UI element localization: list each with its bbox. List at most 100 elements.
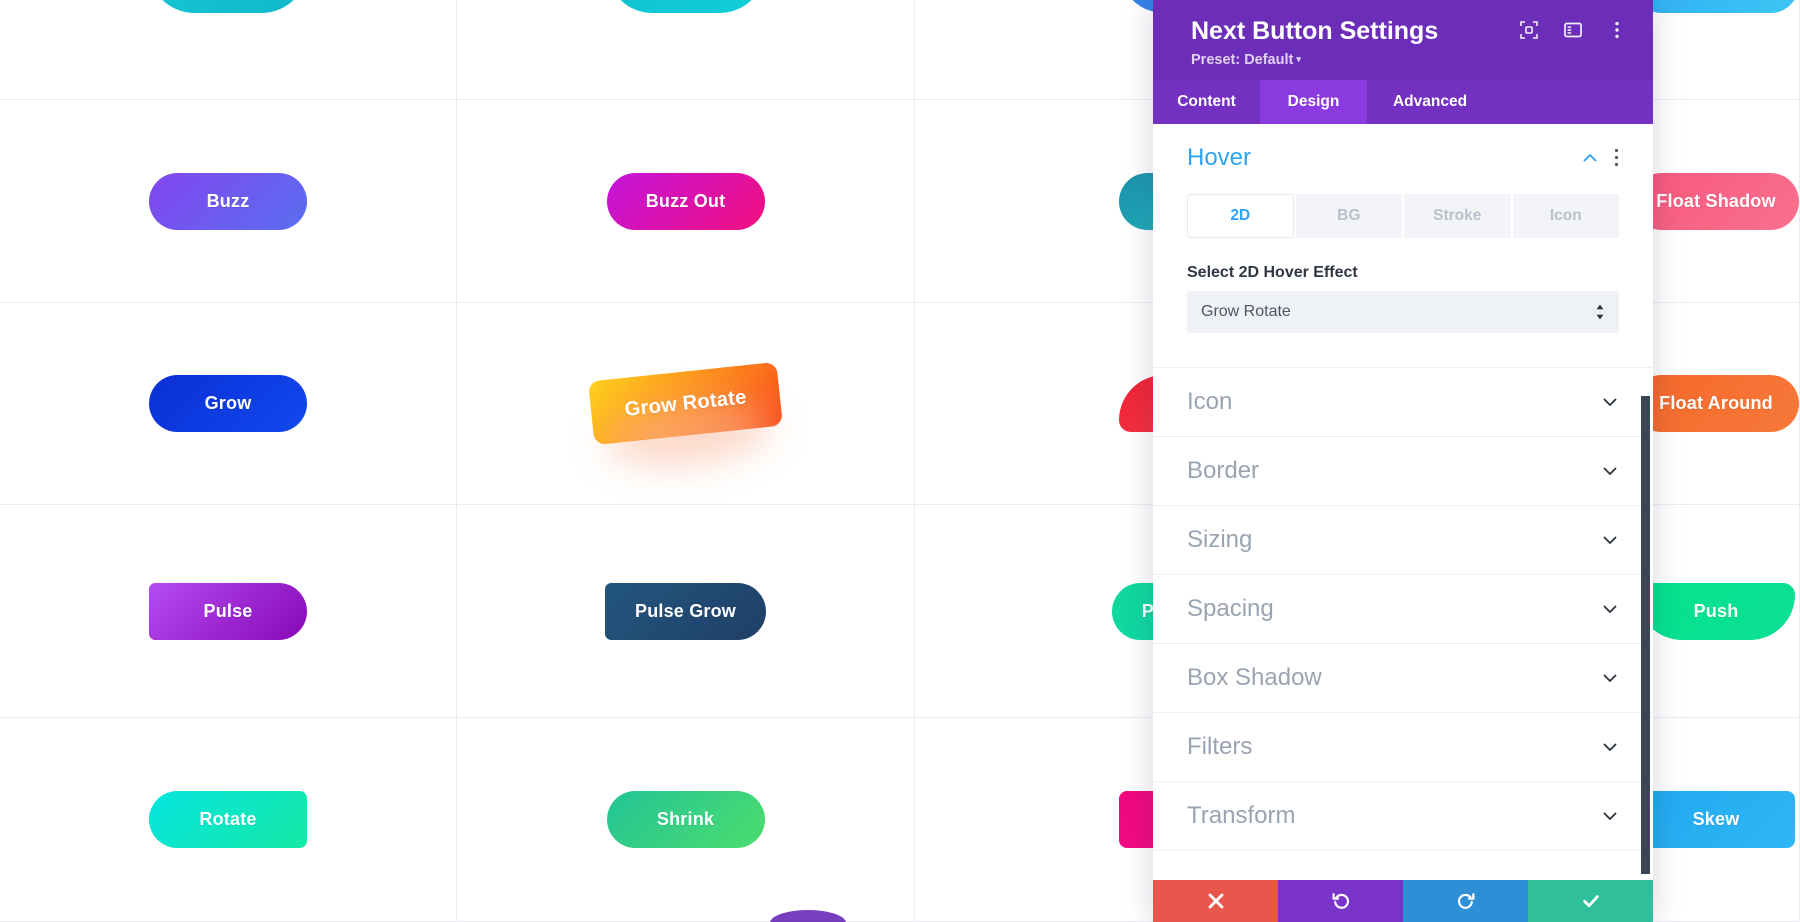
grid-cell: Grow Rotate (457, 303, 915, 505)
redo-button[interactable] (1403, 880, 1528, 922)
save-button[interactable] (1528, 880, 1653, 922)
more-options-icon[interactable] (1607, 20, 1627, 40)
accordion-row-icon[interactable]: Icon (1153, 366, 1653, 436)
accordion-row-sizing[interactable]: Sizing (1153, 504, 1653, 574)
hover-effect-button[interactable]: Buzz Out (606, 172, 765, 256)
hover-effect-label: Select 2D Hover Effect (1187, 263, 1358, 281)
panel-body: Hover 2D BG Stroke Icon Select 2D Hover … (1153, 123, 1653, 881)
hover-effect-select[interactable]: Grow Rotate (1187, 290, 1619, 333)
hover-section: Hover 2D BG Stroke Icon Select 2D Hover … (1153, 124, 1653, 333)
hover-effect-button-label: Buzz (206, 190, 250, 211)
accordion-label: Box Shadow (1187, 663, 1322, 691)
hover-toggle-stroke[interactable]: Stroke (1404, 193, 1513, 238)
grid-cell: Shrink (457, 718, 915, 922)
accordion-row-filters[interactable]: Filters (1153, 711, 1653, 781)
grid-cell: Buzz (0, 100, 457, 303)
panel-scrollbar[interactable] (1641, 395, 1650, 874)
panel-header-actions (1519, 20, 1627, 40)
hover-effect-button[interactable]: Shrink (606, 791, 765, 874)
hover-effect-button[interactable]: Grow (149, 375, 307, 458)
hover-effect-button-label: Push (1693, 600, 1739, 621)
panel-layout-icon[interactable] (1563, 20, 1583, 40)
hover-toggle-bg[interactable]: BG (1295, 193, 1404, 238)
hover-effect-button-label: Float Shadow (1656, 190, 1776, 211)
hover-effect-button-label: Rotate (199, 809, 257, 829)
panel-footer (1153, 880, 1653, 922)
grid-cell: Rotate (0, 718, 457, 922)
hover-toggle-2d[interactable]: 2D (1187, 193, 1296, 238)
grid-cell: Pulse Grow (457, 505, 915, 718)
chevron-down-icon (1603, 398, 1617, 406)
accordion-label: Transform (1187, 801, 1296, 829)
chevron-up-icon[interactable] (1581, 149, 1599, 167)
redo-icon (1457, 893, 1474, 909)
hover-effect-button[interactable]: Bob (606, 0, 765, 39)
hover-effect-button[interactable]: Rotate (149, 791, 307, 874)
hover-type-toggle-group: 2D BG Stroke Icon (1187, 193, 1619, 238)
panel-tabs: Content Design Advanced (1153, 79, 1653, 124)
close-icon (1208, 893, 1223, 909)
hover-effect-button-label: Pulse (203, 600, 253, 621)
hover-effect-button[interactable]: Buzz (149, 172, 307, 256)
grid-cell: Bob (457, 0, 915, 100)
hover-section-header: Hover (1187, 144, 1619, 182)
button-glow (1642, 0, 1790, 39)
hover-effect-button[interactable]: Float Around (1633, 375, 1799, 458)
app-root: BackwardBobBounceBubble FloatBuzzBuzz Ou… (0, 0, 1800, 922)
chevron-down-icon (1603, 467, 1617, 475)
undo-button[interactable] (1278, 880, 1403, 922)
hover-effect-button[interactable]: Float Shadow (1633, 172, 1799, 256)
hover-effect-button[interactable]: Pulse (149, 582, 307, 666)
preset-selector[interactable]: Preset: Default ▾ (1191, 52, 1627, 68)
hover-effect-button-label: Grow (204, 393, 252, 413)
hover-effect-button-label: Float Around (1659, 393, 1773, 413)
hover-effect-button-label: Pulse Grow (634, 600, 737, 621)
hover-toggle-icon[interactable]: Icon (1512, 193, 1619, 238)
hover-effect-button[interactable]: Pulse Grow (604, 582, 767, 666)
chevron-down-icon (1603, 743, 1617, 751)
check-icon (1582, 895, 1599, 908)
hover-effect-button[interactable]: Grow Rotate (587, 361, 784, 473)
accordion-row-border[interactable]: Border (1153, 435, 1653, 505)
hover-section-actions (1581, 148, 1619, 167)
tab-advanced[interactable]: Advanced (1367, 80, 1493, 124)
panel-scroll-area: Hover 2D BG Stroke Icon Select 2D Hover … (1153, 124, 1653, 881)
preset-label: Preset: Default (1191, 51, 1294, 68)
accordion-row-transform[interactable]: Transform (1153, 780, 1653, 851)
grid-cell: Buzz Out (457, 100, 915, 303)
section-more-icon[interactable] (1614, 148, 1619, 167)
chevron-down-icon (1603, 605, 1617, 613)
settings-panel: Next Button Settings Preset: Default ▾ C… (1153, 0, 1653, 922)
accordion-row-spacing[interactable]: Spacing (1153, 573, 1653, 643)
chevron-down-icon (1603, 536, 1617, 544)
hover-section-title: Hover (1187, 143, 1252, 171)
hover-effect-button[interactable]: Skew (1637, 791, 1795, 874)
button-glow (615, 0, 756, 39)
design-accordion: Icon Border Sizing Spacing Box Shadow Filters… (1153, 366, 1653, 851)
tab-bar-filler (1493, 80, 1653, 124)
accordion-label: Filters (1187, 732, 1253, 760)
button-glow (158, 0, 298, 39)
tab-content[interactable]: Content (1153, 80, 1260, 124)
panel-header: Next Button Settings Preset: Default ▾ (1153, 0, 1653, 80)
tab-design[interactable]: Design (1260, 79, 1367, 124)
hover-effect-select-value: Grow Rotate (1201, 302, 1291, 320)
accordion-label: Spacing (1187, 594, 1274, 622)
hover-effect-field: Select 2D Hover Effect Grow Rotate (1187, 264, 1619, 333)
hover-effect-button-label: Shrink (656, 809, 715, 829)
hover-effect-button[interactable]: Push (1637, 582, 1795, 666)
grid-cell: Backward (0, 0, 457, 100)
accordion-row-box-shadow[interactable]: Box Shadow (1153, 642, 1653, 712)
hover-effect-button[interactable]: Backward (149, 0, 307, 39)
hover-effect-button-label: Buzz Out (645, 190, 726, 211)
hover-effect-button-label: Skew (1692, 809, 1740, 829)
focus-target-icon[interactable] (1519, 20, 1539, 40)
accordion-label: Sizing (1187, 525, 1253, 553)
accordion-label: Border (1187, 456, 1260, 484)
discard-button[interactable] (1153, 880, 1278, 922)
hover-effect-button[interactable]: Bubble Float (1633, 0, 1799, 39)
select-stepper-icon (1596, 304, 1604, 319)
chevron-down-icon (1603, 674, 1617, 682)
grid-cell: Pulse (0, 505, 457, 718)
chevron-down-icon: ▾ (1296, 53, 1301, 64)
